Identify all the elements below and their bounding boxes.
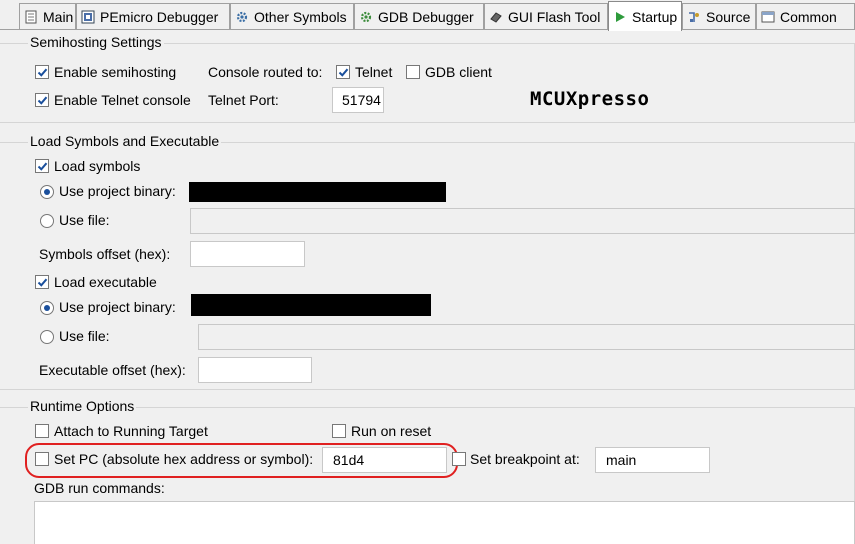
telnet-label: Telnet [355, 64, 393, 80]
tab-bar: Main PEmicro Debugger Other Symbols GDB … [0, 0, 855, 31]
executable-offset-label: Executable offset (hex): [39, 362, 186, 378]
enable-semihosting-label: Enable semihosting [54, 64, 177, 80]
enable-telnet-console-label: Enable Telnet console [54, 92, 191, 108]
tab-label: PEmicro Debugger [100, 8, 219, 25]
enable-semihosting-checkbox[interactable] [35, 65, 49, 79]
gdb-client-label: GDB client [425, 64, 492, 80]
tab-label: GDB Debugger [378, 8, 474, 25]
symbols-project-binary-label: Use project binary: [59, 183, 176, 199]
source-icon [687, 10, 701, 24]
tab-source[interactable]: Source [682, 3, 756, 29]
load-executable-label: Load executable [54, 274, 157, 290]
radio-dot [44, 189, 50, 195]
play-icon [613, 10, 627, 24]
tab-label: Startup [632, 8, 678, 25]
set-breakpoint-label: Set breakpoint at: [470, 451, 580, 467]
telnet-port-field[interactable]: 51794 [332, 87, 384, 113]
executable-use-file-radio[interactable] [40, 330, 54, 344]
console-routed-label: Console routed to: [208, 64, 323, 80]
redacted-executable-path [191, 294, 431, 316]
enable-telnet-console-checkbox[interactable] [35, 93, 49, 107]
tab-label: Main [43, 8, 74, 25]
run-on-reset-checkbox[interactable] [332, 424, 346, 438]
gdb-run-commands-label: GDB run commands: [34, 480, 165, 496]
check-icon [37, 96, 47, 105]
load-symbols-group [0, 142, 855, 390]
load-symbols-label: Load symbols [54, 158, 141, 174]
symbols-file-field[interactable] [190, 208, 855, 234]
tab-label: Source [706, 8, 751, 25]
executable-file-field[interactable] [198, 324, 855, 350]
attach-running-target-checkbox[interactable] [35, 424, 49, 438]
gear-icon [235, 10, 249, 24]
telnet-checkbox[interactable] [336, 65, 350, 79]
check-icon [37, 162, 47, 171]
symbols-use-file-radio[interactable] [40, 214, 54, 228]
set-breakpoint-checkbox[interactable] [452, 452, 466, 466]
load-executable-checkbox[interactable] [35, 275, 49, 289]
symbols-offset-field[interactable] [190, 241, 305, 267]
load-symbols-title: Load Symbols and Executable [28, 133, 222, 149]
executable-offset-field[interactable] [198, 357, 312, 383]
telnet-port-label: Telnet Port: [208, 92, 279, 108]
main-page-icon [24, 10, 38, 24]
tab-common[interactable]: Common [756, 3, 855, 29]
tab-pemicro-debugger[interactable]: PEmicro Debugger [76, 3, 230, 29]
semihosting-group [0, 43, 855, 123]
gdb-client-checkbox[interactable] [406, 65, 420, 79]
symbols-use-file-label: Use file: [59, 212, 110, 228]
executable-project-binary-label: Use project binary: [59, 299, 176, 315]
symbols-offset-label: Symbols offset (hex): [39, 246, 171, 262]
run-on-reset-label: Run on reset [351, 423, 432, 439]
check-icon [338, 68, 348, 77]
load-symbols-checkbox[interactable] [35, 159, 49, 173]
mcuxpresso-brand: MCUXpresso [530, 88, 650, 110]
debugger-icon [81, 10, 95, 24]
executable-use-file-label: Use file: [59, 328, 110, 344]
tab-other-symbols[interactable]: Other Symbols [230, 3, 354, 29]
common-icon [761, 10, 775, 24]
breakpoint-field[interactable]: main [595, 447, 710, 473]
check-icon [37, 68, 47, 77]
tab-label: Common [780, 8, 837, 25]
semihosting-title: Semihosting Settings [28, 34, 164, 50]
check-icon [37, 278, 47, 287]
executable-project-binary-radio[interactable] [40, 301, 54, 315]
gear-icon [359, 10, 373, 24]
tab-gui-flash-tool[interactable]: GUI Flash Tool [484, 3, 608, 29]
tab-label: Other Symbols [254, 8, 347, 25]
tab-gdb-debugger[interactable]: GDB Debugger [354, 3, 484, 29]
tab-main[interactable]: Main [19, 3, 76, 29]
tab-label: GUI Flash Tool [508, 8, 601, 25]
radio-dot [44, 305, 50, 311]
runtime-options-title: Runtime Options [28, 398, 137, 414]
symbols-project-binary-radio[interactable] [40, 185, 54, 199]
attach-running-target-label: Attach to Running Target [54, 423, 208, 439]
flash-tool-icon [489, 10, 503, 24]
gdb-run-commands-textarea[interactable] [34, 501, 855, 544]
tab-startup[interactable]: Startup [608, 1, 682, 31]
red-highlight-annotation [25, 443, 458, 478]
redacted-symbols-path [189, 182, 446, 202]
